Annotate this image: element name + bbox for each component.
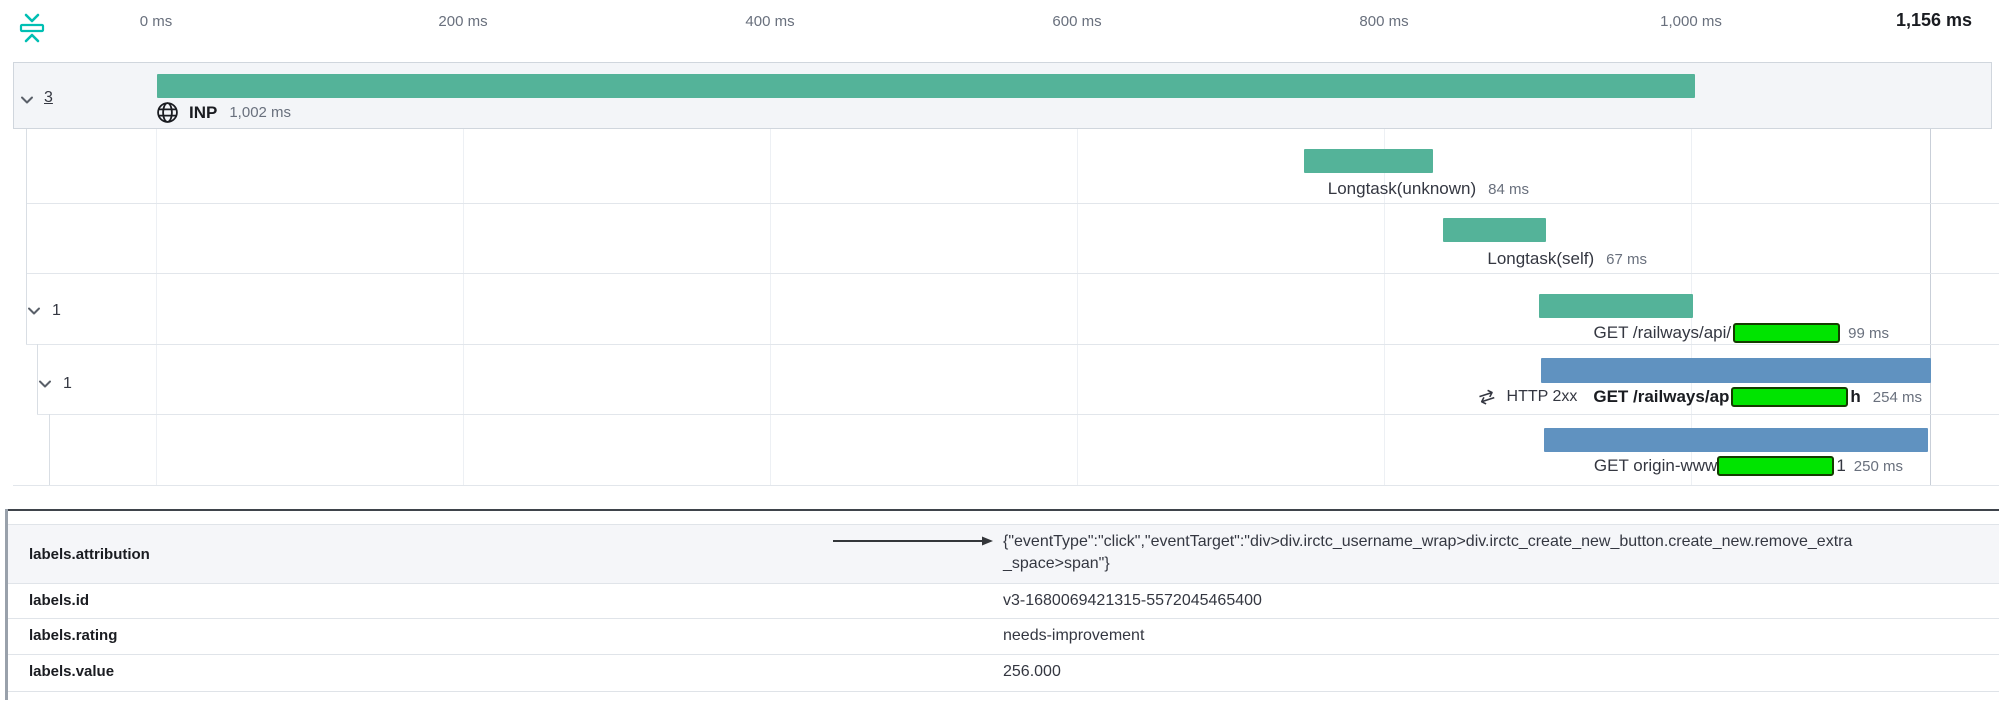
longtask-self-label[interactable]: Longtask(self) 67 ms xyxy=(1487,249,1647,269)
waterfall-bottom-border xyxy=(13,485,1999,486)
get-api-label[interactable]: GET /railways/api/ 99 ms xyxy=(1594,323,1889,343)
detail-panel-top-border xyxy=(5,509,1999,511)
http-get-label[interactable]: ⇄ HTTP 2xx GET /railways/ap h 254 ms xyxy=(1479,387,1922,407)
row-divider xyxy=(26,344,1999,345)
tick-label-400ms: 400 ms xyxy=(745,13,794,30)
detail-row-value: labels.value 256.000 xyxy=(8,655,1999,690)
detail-value: needs-improvement xyxy=(1003,625,1144,647)
span-name-tail: h xyxy=(1850,387,1860,407)
total-duration-label: 1,156 ms xyxy=(1896,10,1972,31)
detail-row-id: labels.id v3-1680069421315-5572045465400 xyxy=(8,584,1999,618)
row-divider xyxy=(26,203,1999,204)
tree-indent-guide xyxy=(49,414,50,485)
longtask-self-bar[interactable] xyxy=(1443,218,1546,242)
get-origin-label[interactable]: GET origin-www 1 250 ms xyxy=(1594,456,1903,476)
detail-value-line: _space>span"} xyxy=(1003,553,1983,575)
annotation-arrow-icon xyxy=(833,533,995,549)
row-divider xyxy=(37,414,1999,415)
globe-icon xyxy=(156,101,179,124)
detail-key: labels.value xyxy=(29,663,114,680)
detail-key: labels.attribution xyxy=(29,546,150,563)
chevron-down-icon[interactable] xyxy=(19,92,35,108)
get-api-bar[interactable] xyxy=(1539,294,1693,318)
longtask-unknown-bar[interactable] xyxy=(1304,149,1433,173)
span-name: GET /railways/ap xyxy=(1593,387,1729,407)
inp-span-bar[interactable] xyxy=(157,74,1695,98)
longtask-unknown-label[interactable]: Longtask(unknown) 84 ms xyxy=(1328,179,1529,199)
transfer-arrows-icon: ⇄ xyxy=(1476,386,1497,409)
detail-value: {"eventType":"click","eventTarget":"div>… xyxy=(1003,531,1983,575)
detail-value: v3-1680069421315-5572045465400 xyxy=(1003,590,1262,612)
redaction-box xyxy=(1733,323,1840,343)
tick-label-800ms: 800 ms xyxy=(1359,13,1408,30)
child-count-link[interactable]: 1 xyxy=(52,302,61,320)
span-duration: 84 ms xyxy=(1488,181,1529,198)
span-name: GET origin-www xyxy=(1594,456,1717,476)
child-count-link[interactable]: 1 xyxy=(63,375,72,393)
tick-label-0ms: 0 ms xyxy=(140,13,173,30)
tick-label-200ms: 200 ms xyxy=(438,13,487,30)
detail-panel-bottom-border xyxy=(8,691,1999,692)
span-duration: 99 ms xyxy=(1848,325,1889,342)
chevron-down-icon[interactable] xyxy=(26,303,42,319)
row-divider xyxy=(26,273,1999,274)
span-duration: 250 ms xyxy=(1854,458,1903,475)
http-status-badge: HTTP 2xx xyxy=(1507,388,1578,406)
span-name: INP xyxy=(189,103,217,123)
span-duration: 1,002 ms xyxy=(229,104,291,121)
span-name: Longtask(unknown) xyxy=(1328,179,1476,199)
chevron-down-icon[interactable] xyxy=(37,376,53,392)
http-get-bar[interactable] xyxy=(1541,358,1931,383)
span-name-tail: 1 xyxy=(1836,456,1845,476)
span-name: GET /railways/api/ xyxy=(1594,323,1732,343)
child-count-link[interactable]: 3 xyxy=(44,89,53,107)
collapse-vertical-icon xyxy=(16,11,48,45)
trace-waterfall-view: 0 ms 200 ms 400 ms 600 ms 800 ms 1,000 m… xyxy=(0,0,1999,717)
detail-key: labels.rating xyxy=(29,627,117,644)
detail-value-line: {"eventType":"click","eventTarget":"div>… xyxy=(1003,531,1983,553)
span-duration: 67 ms xyxy=(1606,251,1647,268)
detail-value: 256.000 xyxy=(1003,661,1061,683)
detail-row-rating: labels.rating needs-improvement xyxy=(8,619,1999,654)
gridline-trace-end xyxy=(1930,129,1931,485)
span-name: Longtask(self) xyxy=(1487,249,1594,269)
detail-row-attribution: labels.attribution {"eventType":"click",… xyxy=(8,525,1999,583)
get-origin-bar[interactable] xyxy=(1544,428,1928,452)
redaction-box xyxy=(1717,456,1834,476)
span-duration: 254 ms xyxy=(1873,389,1922,406)
tick-label-600ms: 600 ms xyxy=(1052,13,1101,30)
tick-label-1000ms: 1,000 ms xyxy=(1660,13,1722,30)
detail-key: labels.id xyxy=(29,592,89,609)
collapse-rows-button[interactable] xyxy=(16,11,48,45)
span-row-inp[interactable]: 3 INP 1,002 ms xyxy=(13,62,1992,129)
inp-span-label[interactable]: INP 1,002 ms xyxy=(156,101,291,124)
redaction-box xyxy=(1731,387,1848,407)
